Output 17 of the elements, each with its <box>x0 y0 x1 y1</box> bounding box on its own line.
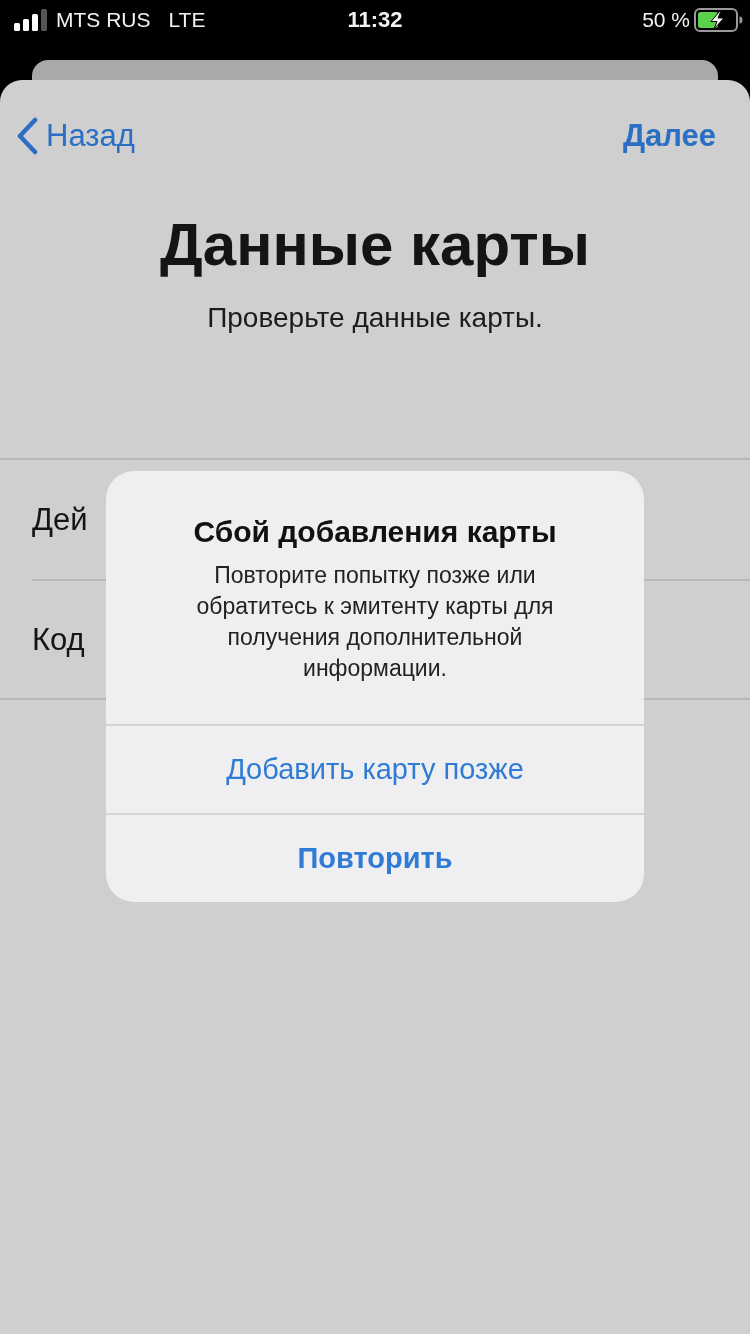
back-button[interactable]: Назад <box>16 116 135 156</box>
battery-percent: 50 % <box>642 8 690 32</box>
carrier-name: MTS RUS <box>56 8 151 32</box>
clock-time: 11:32 <box>347 7 403 33</box>
alert-action-button[interactable]: Повторить <box>106 813 644 902</box>
alert-action-button[interactable]: Добавить карту позже <box>106 724 644 813</box>
next-button[interactable]: Далее <box>622 116 716 156</box>
alert-title: Сбой добавления карты <box>193 514 557 550</box>
chevron-left-icon <box>16 117 38 155</box>
field-label: Код <box>32 621 85 658</box>
page-subtitle: Проверьте данные карты. <box>207 301 543 335</box>
page-title: Данные карты <box>159 210 591 280</box>
battery-icon <box>694 8 744 32</box>
alert-message: Повторите попытку позже или обратитесь к эмитенту карты для получения дополнительной информации. <box>195 561 555 683</box>
field-label: Дей <box>32 501 88 538</box>
signal-icon <box>14 9 50 31</box>
network-type: LTE <box>168 8 206 32</box>
